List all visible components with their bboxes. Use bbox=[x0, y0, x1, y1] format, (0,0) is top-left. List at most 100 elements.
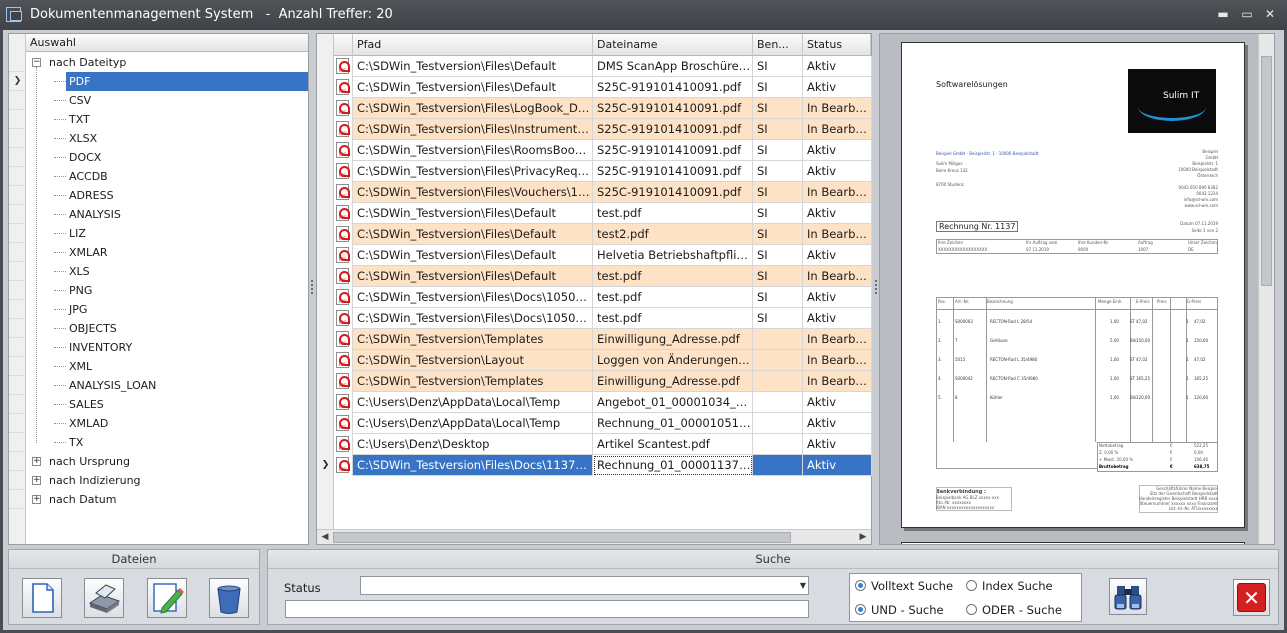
search-button[interactable] bbox=[1109, 578, 1147, 615]
scanner-icon bbox=[88, 584, 121, 613]
title-bar: Dokumentenmanagement System - Anzahl Tre… bbox=[0, 0, 1287, 30]
tree-item-accdb[interactable]: ACCDB bbox=[26, 167, 308, 186]
icon-cell bbox=[334, 56, 353, 77]
tree-item-tx[interactable]: TX bbox=[26, 433, 308, 452]
invoice-title: Rechnung Nr. 1137 bbox=[936, 221, 1019, 232]
tree-row-indicator bbox=[9, 91, 26, 110]
tree-item-csv[interactable]: CSV bbox=[26, 91, 308, 110]
grid-row[interactable]: C:\SDWin_Testversion\Files\InstrumentBoo… bbox=[334, 119, 872, 140]
preview-vertical-scrollbar[interactable] bbox=[1258, 34, 1274, 544]
chevron-down-icon[interactable]: ▼ bbox=[800, 577, 806, 594]
icon-cell bbox=[334, 308, 353, 329]
grid-row[interactable]: C:\Users\Denz\DesktopArtikel Scantest.pd… bbox=[334, 434, 872, 455]
tree-item-analysis_loan[interactable]: ANALYSIS_LOAN bbox=[26, 376, 308, 395]
tree-row-indicator bbox=[9, 471, 26, 490]
company-line: 10000 Beispielstadt bbox=[1178, 167, 1218, 172]
expand-icon[interactable]: + bbox=[32, 457, 41, 466]
preview-scroll-thumb[interactable] bbox=[1261, 56, 1272, 286]
column-header-ben[interactable]: Ben... bbox=[753, 34, 803, 56]
tree-row-indicator bbox=[9, 167, 26, 186]
tree-item-xmlar[interactable]: XMLAR bbox=[26, 243, 308, 262]
tree-item-adress[interactable]: ADRESS bbox=[26, 186, 308, 205]
collapse-icon[interactable]: − bbox=[32, 58, 41, 67]
grid-row[interactable]: C:\SDWin_Testversion\Files\Defaulttest2.… bbox=[334, 224, 872, 245]
tree-node-ursprung[interactable]: + nach Ursprung bbox=[26, 452, 308, 471]
icon-cell bbox=[334, 434, 353, 455]
grid-row[interactable]: C:\SDWin_Testversion\Files\Docs\1137_30_… bbox=[334, 455, 872, 476]
grid-row[interactable]: C:\SDWin_Testversion\Files\Docs\1050_10_… bbox=[334, 308, 872, 329]
exit-button[interactable]: ✕ bbox=[1233, 579, 1270, 616]
grid-row[interactable]: C:\Users\Denz\AppData\Local\TempAngebot_… bbox=[334, 392, 872, 413]
scroll-right-arrow-icon[interactable]: ▶ bbox=[856, 531, 870, 544]
recipient-line: Sulim Miligov bbox=[936, 161, 963, 166]
grid-row[interactable]: C:\SDWin_Testversion\TemplatesEinwilligu… bbox=[334, 329, 872, 350]
tree-item-sales[interactable]: SALES bbox=[26, 395, 308, 414]
preview-page-2 bbox=[901, 542, 1245, 544]
column-header-status[interactable]: Status bbox=[803, 34, 871, 56]
delete-document-button[interactable] bbox=[209, 578, 249, 618]
left-splitter-grip[interactable] bbox=[310, 278, 314, 298]
tree-node-dateityp[interactable]: − nach Dateityp bbox=[26, 53, 308, 72]
icon-cell bbox=[334, 161, 353, 182]
maximize-button[interactable]: ▭ bbox=[1239, 6, 1255, 22]
grid-horizontal-scrollbar[interactable]: ◀ ▶ bbox=[317, 529, 871, 544]
tree-item-xml[interactable]: XML bbox=[26, 357, 308, 376]
cell-ben: SI bbox=[753, 77, 803, 98]
tree-row-indicator bbox=[9, 281, 26, 300]
tree-node-datum[interactable]: + nach Datum bbox=[26, 490, 308, 509]
new-document-button[interactable] bbox=[22, 578, 62, 618]
tree-node-indizierung[interactable]: + nach Indizierung bbox=[26, 471, 308, 490]
tree-item-docx[interactable]: DOCX bbox=[26, 148, 308, 167]
tree-item-liz[interactable]: LIZ bbox=[26, 224, 308, 243]
tree-node-label: nach Indizierung bbox=[49, 474, 141, 487]
item-cell: RECTON-Rad L 35/4980 bbox=[990, 357, 1038, 362]
tree-item-xls[interactable]: XLS bbox=[26, 262, 308, 281]
cell-ben bbox=[753, 455, 803, 476]
column-header-pfad[interactable]: Pfad bbox=[353, 34, 593, 56]
tree-item-jpg[interactable]: JPG bbox=[26, 300, 308, 319]
item-cell: 3. bbox=[938, 357, 942, 362]
grid-row[interactable]: C:\Users\Denz\AppData\Local\TempRechnung… bbox=[334, 413, 872, 434]
grid-row[interactable]: C:\SDWin_Testversion\Files\PrivacyReques… bbox=[334, 161, 872, 182]
cell-status: Aktiv bbox=[803, 56, 872, 77]
expand-icon[interactable]: + bbox=[32, 476, 41, 485]
scroll-thumb[interactable] bbox=[333, 532, 791, 543]
grid-row[interactable]: C:\SDWin_Testversion\Files\Docs\1050_10_… bbox=[334, 287, 872, 308]
scan-document-button[interactable] bbox=[84, 578, 124, 618]
tree-item-analysis[interactable]: ANALYSIS bbox=[26, 205, 308, 224]
close-window-button[interactable]: ✕ bbox=[1262, 6, 1278, 22]
grid-row[interactable]: C:\SDWin_Testversion\Files\DefaultS25C-9… bbox=[334, 77, 872, 98]
company-line: 0043 1234 bbox=[1196, 191, 1218, 196]
grid-row[interactable]: C:\SDWin_Testversion\Files\RoomsBooking\… bbox=[334, 140, 872, 161]
tree-item-txt[interactable]: TXT bbox=[26, 110, 308, 129]
status-select[interactable]: ▼ bbox=[360, 576, 809, 595]
expand-icon[interactable]: + bbox=[32, 495, 41, 504]
column-header-dateiname[interactable]: Dateiname bbox=[593, 34, 753, 56]
grid-row[interactable]: C:\SDWin_Testversion\Files\Defaulttest.p… bbox=[334, 203, 872, 224]
tree-item-xmlad[interactable]: XMLAD bbox=[26, 414, 308, 433]
grid-row[interactable]: C:\SDWin_Testversion\LayoutLoggen von Än… bbox=[334, 350, 872, 371]
tree-item-png[interactable]: PNG bbox=[26, 281, 308, 300]
tree-item-label: ACCDB bbox=[69, 170, 108, 183]
edit-document-button[interactable] bbox=[147, 578, 187, 618]
grid-row[interactable]: C:\SDWin_Testversion\Files\Vouchers\1090… bbox=[334, 182, 872, 203]
grid-row[interactable]: C:\SDWin_Testversion\TemplatesEinwilligu… bbox=[334, 371, 872, 392]
item-header: G-Preis bbox=[1187, 299, 1202, 304]
cell-ben: SI bbox=[753, 266, 803, 287]
icon-cell bbox=[334, 329, 353, 350]
icon-column-header[interactable] bbox=[334, 34, 353, 56]
tree-item-objects[interactable]: OBJECTS bbox=[26, 319, 308, 338]
ref-header: Ihr Auftrag vom bbox=[1026, 240, 1058, 245]
grid-row[interactable]: C:\SDWin_Testversion\Files\DefaultHelvet… bbox=[334, 245, 872, 266]
search-text-input[interactable] bbox=[285, 600, 809, 618]
cell-status: Aktiv bbox=[803, 434, 872, 455]
tree-item-pdf[interactable]: PDF bbox=[26, 72, 308, 91]
minimize-button[interactable]: ▬ bbox=[1215, 6, 1231, 22]
tree-item-inventory[interactable]: INVENTORY bbox=[26, 338, 308, 357]
grid-row[interactable]: C:\SDWin_Testversion\Files\Defaulttest.p… bbox=[334, 266, 872, 287]
right-splitter-grip[interactable] bbox=[874, 278, 878, 298]
tree-item-xlsx[interactable]: XLSX bbox=[26, 129, 308, 148]
grid-row[interactable]: C:\SDWin_Testversion\Files\LogBook_Drive… bbox=[334, 98, 872, 119]
scroll-left-arrow-icon[interactable]: ◀ bbox=[318, 531, 332, 544]
grid-row[interactable]: C:\SDWin_Testversion\Files\DefaultDMS Sc… bbox=[334, 56, 872, 77]
